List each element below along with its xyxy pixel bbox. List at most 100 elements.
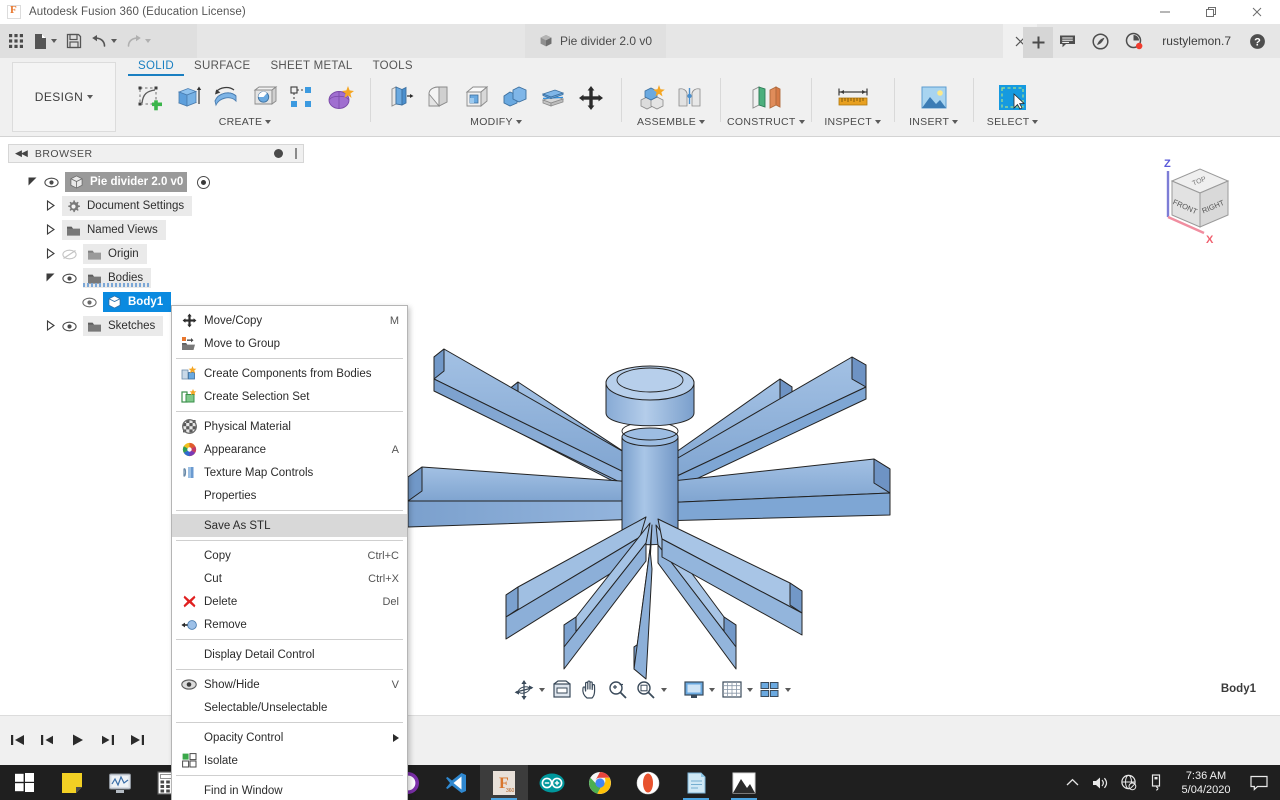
twisty-right-icon[interactable] (44, 247, 56, 261)
chevron-down-icon[interactable] (709, 688, 715, 692)
menu-item-texture-map-controls[interactable]: Texture Map Controls (172, 461, 407, 484)
new-tab-button[interactable] (1023, 27, 1053, 58)
insert-image-icon[interactable] (907, 80, 961, 116)
zoom-icon[interactable] (604, 677, 632, 703)
menu-item-move-copy[interactable]: Move/Copy M (172, 309, 407, 332)
menu-item-selectable-unselectable[interactable]: Selectable/Unselectable (172, 696, 407, 719)
orbit-icon[interactable] (510, 677, 548, 703)
user-account-name[interactable]: rustylemon.7 (1150, 34, 1241, 48)
taskbar-clock[interactable]: 7:36 AM 5/04/2020 (1170, 769, 1242, 797)
combine-icon[interactable] (497, 80, 533, 116)
show-hidden-icons-chevron[interactable] (1058, 765, 1086, 800)
eye-hidden-icon[interactable] (62, 249, 77, 260)
notepad-icon[interactable] (672, 765, 720, 800)
panel-create-label[interactable]: CREATE (219, 116, 272, 128)
restore-icon[interactable] (1188, 0, 1234, 24)
panel-select-label[interactable]: SELECT (987, 116, 1039, 128)
chevron-down-icon[interactable] (747, 688, 753, 692)
panel-assemble-label[interactable]: ASSEMBLE (637, 116, 705, 128)
tree-item-bodies[interactable]: Bodies (8, 266, 304, 290)
pan-icon[interactable] (576, 677, 604, 703)
create-sketch-icon[interactable] (132, 80, 168, 116)
tab-surface[interactable]: SURFACE (184, 58, 260, 76)
tree-item-pie-divider[interactable]: Pie divider 2.0 v0 (8, 170, 304, 194)
look-at-icon[interactable] (548, 677, 576, 703)
panel-construct-label[interactable]: CONSTRUCT (727, 116, 805, 128)
panel-inspect-label[interactable]: INSPECT (824, 116, 881, 128)
grid-snap-icon[interactable] (718, 677, 756, 703)
vscode-icon[interactable] (432, 765, 480, 800)
comments-icon[interactable] (1051, 24, 1084, 58)
tree-item-origin[interactable]: Origin (8, 242, 304, 266)
close-icon[interactable] (1234, 0, 1280, 24)
sticky-notes-icon[interactable] (48, 765, 96, 800)
chevron-down-icon[interactable] (661, 688, 667, 692)
form-icon[interactable] (322, 80, 358, 116)
chrome-icon[interactable] (576, 765, 624, 800)
panel-dot-icon[interactable] (274, 149, 283, 158)
go-to-beginning-icon[interactable] (6, 726, 28, 754)
revolve-icon[interactable] (208, 80, 244, 116)
collapse-left-icon[interactable]: ◀◀ (15, 148, 28, 159)
photos-icon[interactable] (720, 765, 768, 800)
undo-icon[interactable] (88, 27, 120, 55)
eye-icon[interactable] (44, 177, 59, 188)
tab-sheet-metal[interactable]: SHEET METAL (260, 58, 362, 76)
twisty-right-icon[interactable] (44, 199, 56, 213)
display-settings-icon[interactable] (680, 677, 718, 703)
eye-icon[interactable] (62, 273, 77, 284)
menu-item-properties[interactable]: Properties (172, 484, 407, 507)
menu-item-physical-material[interactable]: Physical Material (172, 415, 407, 438)
panel-modify-label[interactable]: MODIFY (470, 116, 522, 128)
menu-item-create-selection-set[interactable]: Create Selection Set (172, 385, 407, 408)
tab-solid[interactable]: SOLID (128, 58, 185, 76)
twisty-down-icon[interactable] (26, 176, 38, 189)
job-status-icon[interactable] (1117, 24, 1150, 58)
extrude-icon[interactable] (170, 80, 206, 116)
action-center-icon[interactable] (1242, 765, 1276, 800)
select-window-icon[interactable] (986, 80, 1040, 116)
workspace-selector-button[interactable]: DESIGN (12, 62, 116, 132)
fusion360-icon[interactable]: F 360 (480, 765, 528, 800)
menu-item-remove[interactable]: Remove (172, 613, 407, 636)
help-icon[interactable]: ? (1241, 24, 1274, 58)
shell-icon[interactable] (459, 80, 495, 116)
tab-tools[interactable]: TOOLS (363, 58, 423, 76)
notifications-icon[interactable] (1084, 24, 1117, 58)
step-forward-icon[interactable] (96, 726, 118, 754)
twisty-right-icon[interactable] (44, 319, 56, 333)
measure-icon[interactable] (824, 80, 882, 116)
pattern-icon[interactable] (284, 80, 320, 116)
chevron-down-icon[interactable] (145, 39, 151, 43)
play-icon[interactable] (66, 726, 88, 754)
opera-icon[interactable] (624, 765, 672, 800)
volume-icon[interactable] (1086, 765, 1114, 800)
panel-insert-label[interactable]: INSERT (909, 116, 959, 128)
menu-item-find-in-window[interactable]: Find in Window (172, 779, 407, 800)
usb-eject-icon[interactable] (1142, 765, 1170, 800)
menu-item-show-hide[interactable]: Show/Hide V (172, 673, 407, 696)
move-copy-icon[interactable] (573, 80, 609, 116)
viewcube[interactable]: TOP FRONT RIGHT Z X (1142, 151, 1238, 252)
menu-item-appearance[interactable]: Appearance A (172, 438, 407, 461)
menu-item-isolate[interactable]: Isolate (172, 749, 407, 772)
tree-item-document-settings[interactable]: Document Settings (8, 194, 304, 218)
viewports-icon[interactable] (756, 677, 794, 703)
new-document-icon[interactable] (30, 27, 60, 55)
menu-item-create-components-from-bodies[interactable]: Create Components from Bodies (172, 362, 407, 385)
menu-item-move-to-group[interactable]: Move to Group (172, 332, 407, 355)
go-to-end-icon[interactable] (126, 726, 148, 754)
offset-plane-icon[interactable] (738, 80, 794, 116)
twisty-right-icon[interactable] (44, 223, 56, 237)
press-pull-icon[interactable] (383, 80, 419, 116)
menu-item-opacity-control[interactable]: Opacity Control (172, 726, 407, 749)
redo-icon[interactable] (122, 27, 154, 55)
chevron-down-icon[interactable] (111, 39, 117, 43)
system-monitor-icon[interactable] (96, 765, 144, 800)
fillet-icon[interactable] (421, 80, 457, 116)
app-grid-icon[interactable] (4, 27, 28, 55)
network-icon[interactable] (1114, 765, 1142, 800)
split-face-icon[interactable] (535, 80, 571, 116)
menu-item-display-detail-control[interactable]: Display Detail Control (172, 643, 407, 666)
fit-icon[interactable] (632, 677, 670, 703)
